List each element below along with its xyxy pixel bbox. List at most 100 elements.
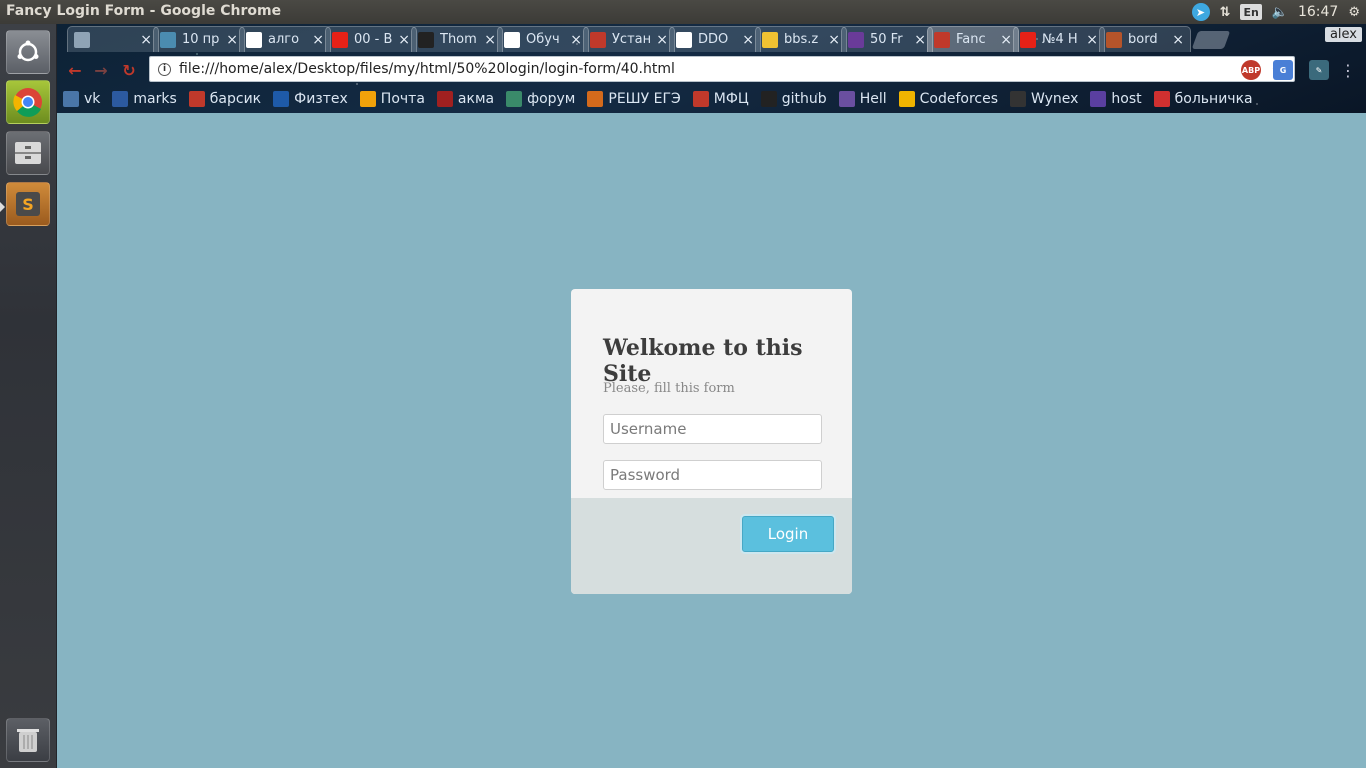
close-icon[interactable]: × [1000,32,1012,48]
bookmark-label: Почта [380,91,425,107]
bookmark-favicon-icon [112,91,129,107]
bookmark-favicon-icon [63,91,79,107]
browser-tab[interactable]: Обуч × [497,26,589,52]
bookmark-item[interactable]: МФЦ [692,91,749,107]
bookmark-item[interactable]: Wynex [1010,91,1078,107]
bookmark-item[interactable]: Codeforces [898,91,998,107]
browser-tab[interactable]: алго × [239,26,331,52]
bookmark-label: vk [84,91,101,107]
bookmark-item[interactable]: marks [112,91,177,107]
files-icon[interactable] [6,131,50,175]
bookmark-label: МФЦ [713,91,749,107]
tab-title: bord [1128,32,1158,47]
translate-icon[interactable]: G [1273,60,1293,80]
browser-tab[interactable]: bbs.z × [755,26,847,52]
browser-tab[interactable]: DDO × [669,26,761,52]
new-tab-button[interactable] [1191,31,1231,49]
back-arrow-icon[interactable]: ← [65,60,85,80]
forward-arrow-icon[interactable]: → [91,60,111,80]
profile-badge[interactable]: alex [1324,27,1362,42]
bookmark-favicon-icon [692,91,709,107]
bookmark-favicon-icon [506,91,523,107]
volume-icon[interactable]: 🔈 [1272,2,1288,22]
browser-tab[interactable]: Устан × [583,26,675,52]
bookmark-item[interactable]: host [1090,91,1142,107]
url-text[interactable]: file:///home/alex/Desktop/files/my/html/… [179,61,1264,77]
bookmarks-bar: vk marks барсик Физтех Почта акма форум РЕШУ ЕГ… [63,87,1253,111]
telegram-icon[interactable]: ➤ [1191,3,1210,21]
close-icon[interactable]: × [1086,32,1098,48]
browser-tab[interactable]: 10 пр × [153,26,245,52]
adblock-icon[interactable]: ABP [1241,60,1261,80]
bookmark-item[interactable]: github [760,91,827,107]
extension-tools-icon[interactable]: ✎ [1309,60,1329,80]
address-bar[interactable]: i file:///home/alex/Desktop/files/my/htm… [149,56,1295,82]
bookmark-item[interactable]: Почта [359,91,425,107]
navigation-row: ← → ↻ i file:///home/alex/Desktop/files/… [57,54,1366,86]
close-icon[interactable]: × [484,32,496,48]
chrome-menu-icon[interactable]: ⋮ [1340,60,1356,80]
unity-launcher: S [0,24,57,768]
bookmark-favicon-icon [1090,91,1107,107]
bookmark-label: host [1111,91,1142,107]
bookmark-label: Физтех [294,91,348,107]
bookmark-item[interactable]: Физтех [273,91,348,107]
browser-tab[interactable]: bord × [1099,26,1191,52]
close-icon[interactable]: × [656,32,668,48]
bookmark-item[interactable]: форум [506,91,575,107]
close-icon[interactable]: × [914,32,926,48]
close-icon[interactable]: × [398,32,410,48]
browser-tab[interactable]: №4 H × [1013,26,1105,52]
folder-icon [762,31,778,48]
reload-icon[interactable]: ↻ [119,60,139,80]
browser-tab[interactable]: 50 Fr × [841,26,933,52]
form-subtitle: Please, fill this form [603,381,735,396]
login-button[interactable]: Login [742,516,834,552]
username-input[interactable] [603,414,822,444]
bookmark-label: marks [133,91,177,107]
bookmark-favicon-icon [1153,91,1170,107]
bookmark-label: форум [527,91,576,107]
bookmark-favicon-icon [760,91,777,107]
t-icon [676,31,692,48]
browser-tab[interactable]: × [67,26,159,52]
sublime-text-icon[interactable]: S [6,182,50,226]
bookmark-label: барсик [209,91,262,107]
bookmark-item[interactable]: акма [436,91,494,107]
password-input[interactable] [603,460,822,490]
bookmark-favicon-icon [587,91,604,107]
login-card-body: Welkome to this Site Please, fill this f… [571,289,852,498]
bookmark-item[interactable]: барсик [188,91,262,107]
bookmark-item[interactable]: vk [63,91,100,107]
login-card-footer: Login [571,498,852,594]
chrome-icon[interactable] [6,80,50,124]
bookmark-item[interactable]: Hell [838,91,887,107]
close-icon[interactable]: × [1172,32,1184,48]
network-icon[interactable]: ⇅ [1220,2,1231,22]
settings-gear-icon[interactable]: ⚙ [1348,2,1360,22]
close-icon[interactable]: × [226,32,238,48]
close-icon[interactable]: × [312,32,324,48]
h-icon [160,31,176,48]
close-icon[interactable]: × [570,32,582,48]
tiles-icon [1106,31,1122,48]
close-icon[interactable]: × [742,32,754,48]
browser-tab[interactable]: 00 - B × [325,26,417,52]
tab-title: Fanc [956,32,986,47]
youtube-icon [1020,31,1036,48]
tab-title: №4 H [1042,32,1078,47]
close-icon[interactable]: × [828,32,840,48]
clock[interactable]: 16:47 [1298,2,1338,22]
browser-tab[interactable]: Thom × [411,26,503,52]
bookmark-favicon-icon [838,91,855,107]
ubuntu-home-icon[interactable] [6,30,50,74]
info-icon[interactable]: i [158,62,171,76]
tab-title: Обуч [526,32,560,47]
bookmark-item[interactable]: больничка [1153,91,1253,107]
browser-tab[interactable]: Fanc × [927,26,1019,52]
bookmark-item[interactable]: РЕШУ ЕГЭ [587,91,681,107]
bookmark-label: РЕШУ ЕГЭ [608,91,681,107]
keyboard-layout-indicator[interactable]: En [1240,4,1262,20]
trash-icon[interactable] [6,718,50,762]
close-icon[interactable]: × [140,32,152,48]
